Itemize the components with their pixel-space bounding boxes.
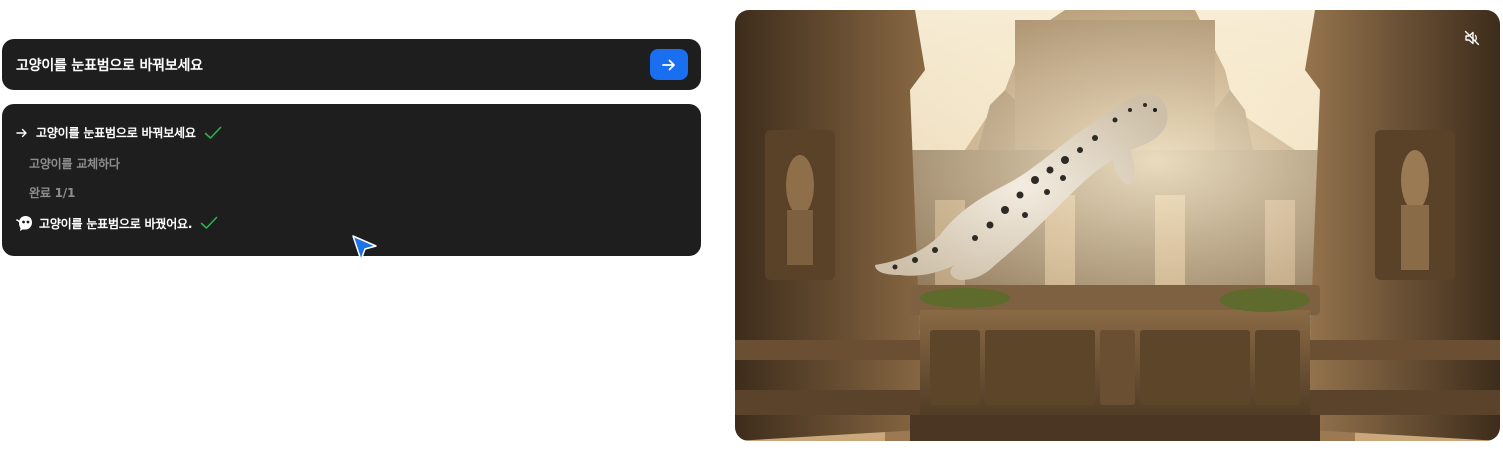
prompt-bar: 고양이를 눈표범으로 바꿔보세요 (2, 39, 701, 90)
speaker-muted-icon (1464, 30, 1480, 46)
log-step-row: 고양이를 교체하다 (29, 155, 120, 172)
log-progress-row: 완료 1/1 (29, 184, 75, 201)
log-request-row: 고양이를 눈표범으로 바꿔보세요 (16, 124, 222, 141)
check-icon (200, 216, 218, 230)
assistant-avatar-icon (16, 214, 34, 232)
arrow-right-icon (662, 59, 675, 70)
log-result-row: 고양이를 눈표범으로 바꿨어요. (16, 214, 218, 232)
prompt-input[interactable]: 고양이를 눈표범으로 바꿔보세요 (16, 55, 650, 75)
video-frame-image (735, 10, 1500, 441)
log-request-text: 고양이를 눈표범으로 바꿔보세요 (36, 126, 196, 140)
check-icon (204, 126, 222, 140)
mouse-cursor-icon (352, 235, 377, 261)
log-step-text: 고양이를 교체하다 (29, 157, 120, 171)
send-button[interactable] (650, 49, 688, 80)
log-progress-text: 완료 1/1 (29, 186, 76, 200)
log-result-text: 고양이를 눈표범으로 바꿨어요. (39, 216, 193, 231)
arrow-right-icon (16, 127, 30, 139)
mute-button[interactable] (1462, 28, 1482, 48)
video-player[interactable] (735, 10, 1500, 441)
app-stage: 고양이를 눈표범으로 바꿔보세요 고양이를 눈표범으로 바꿔보세요 고양이를 교… (0, 0, 1503, 450)
